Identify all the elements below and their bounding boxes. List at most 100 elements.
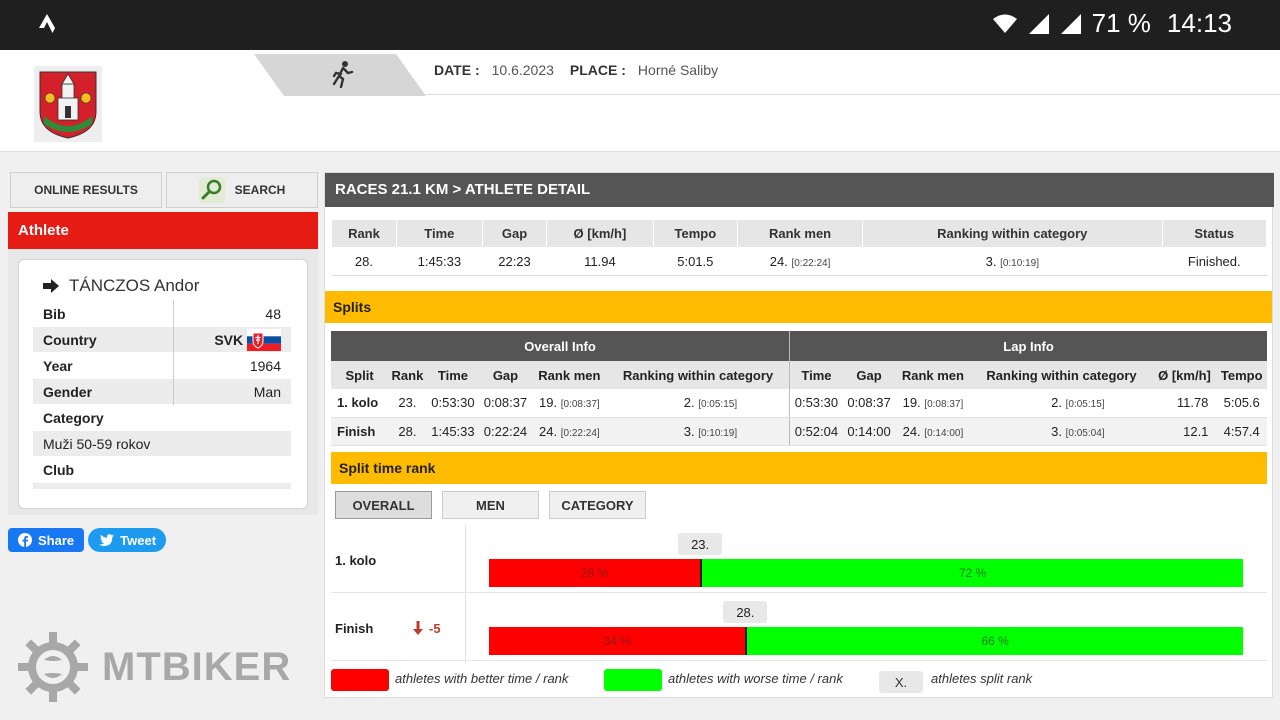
search-icon xyxy=(198,177,225,203)
twitter-tweet-button[interactable]: Tweet xyxy=(88,528,167,552)
lap-tempo: 5:05.6 xyxy=(1216,389,1267,418)
split-rank-men: 24. [0:22:24] xyxy=(531,417,607,446)
slovakia-flag-icon xyxy=(247,328,281,351)
splits-header-row: Split Rank Time Gap Rank men Ranking wit… xyxy=(331,361,1267,389)
page-header: DATE : 10.6.2023 PLACE : Horné Saliby xyxy=(0,50,1280,152)
year-value: 1964 xyxy=(173,352,291,379)
split-rank: 23. xyxy=(388,389,427,418)
lap-rank-men-gap: [0:14:00] xyxy=(924,427,964,439)
legend-worse-text: athletes with worse time / rank xyxy=(668,671,843,686)
overall-info-header: Overall Info xyxy=(331,331,790,361)
coat-of-arms-logo[interactable] xyxy=(34,66,102,142)
lap-category-value: 2. xyxy=(1051,395,1062,411)
splits-section-title: Splits xyxy=(325,291,1272,323)
arrow-right-icon xyxy=(43,279,59,293)
result-header: Status xyxy=(1161,219,1268,248)
social-share-row: Share Tweet xyxy=(8,528,167,552)
rank-legend: athletes with better time / rank athlete… xyxy=(331,667,1267,693)
split-rank-men-value: 19. xyxy=(539,395,558,411)
result-header: Gap xyxy=(481,219,548,248)
result-tempo: 5:01.5 xyxy=(653,247,738,276)
better-segment: 28 % xyxy=(489,559,701,587)
search-label: SEARCH xyxy=(234,183,286,197)
split-header: Ranking within category xyxy=(607,361,790,389)
athlete-info-table: Bib 48 Country SVK Year 1964 Gender Man Cat… xyxy=(33,300,291,489)
twitter-bird-icon xyxy=(99,533,115,546)
split-category-value: 3. xyxy=(683,423,695,439)
lap-time: 0:53:30 xyxy=(789,389,843,418)
legend-split-text: athletes split rank xyxy=(931,671,1033,686)
bib-value: 48 xyxy=(173,300,291,327)
search-button[interactable]: SEARCH xyxy=(166,172,318,208)
tab-overall[interactable]: OVERALL xyxy=(335,491,432,519)
lap-rank-men-value: 24. xyxy=(902,423,921,439)
split-rank-badge: 28. xyxy=(723,601,768,623)
split-row: Finish 28. 1:45:33 0:22:24 24. [0:22:24]… xyxy=(331,417,1267,446)
split-rank-men-value: 24. xyxy=(539,423,558,439)
splits-table: Overall Info Lap Info Split Rank Time Ga… xyxy=(331,331,1267,446)
result-rank: 28. xyxy=(331,247,397,276)
split-time: 1:45:33 xyxy=(426,417,480,446)
split-header: Time xyxy=(426,361,480,389)
status-bar: 71 % 14:13 xyxy=(0,0,1280,50)
result-category-rank: 3. [0:10:19] xyxy=(862,247,1163,276)
rank-men-gap: [0:22:24] xyxy=(791,258,831,269)
better-segment: 34 % xyxy=(489,627,746,655)
split-header: Tempo xyxy=(1216,361,1267,389)
tab-men[interactable]: MEN xyxy=(442,491,539,519)
legend-rank-badge: X. xyxy=(879,671,923,693)
tab-category[interactable]: CATEGORY xyxy=(549,491,646,519)
wifi-icon xyxy=(992,14,1017,33)
split-rank-section-title: Split time rank xyxy=(331,452,1267,484)
athlete-name-text: TÁNCZOS Andor xyxy=(69,276,200,295)
rank-men-value: 24. xyxy=(769,254,788,269)
legend-green-swatch xyxy=(604,669,662,691)
strava-icon xyxy=(39,14,55,33)
result-time: 1:45:33 xyxy=(396,247,483,276)
result-row: 28. 1:45:33 22:23 11.94 5:01.5 24. [0:22… xyxy=(331,247,1267,276)
lap-info-header: Lap Info xyxy=(789,331,1267,361)
split-name: 1. kolo xyxy=(331,389,389,418)
facebook-share-button[interactable]: Share xyxy=(8,528,85,552)
lap-category: 3. [0:05:04] xyxy=(970,417,1153,446)
split-header: Gap xyxy=(479,361,532,389)
country-code: SVK xyxy=(214,331,244,348)
athlete-name: TÁNCZOS Andor xyxy=(43,276,199,296)
rank-row: Finish -5 28. 34 % 66 % xyxy=(331,593,1267,661)
split-category: 2. [0:05:15] xyxy=(607,389,790,418)
split-rank-badge: 23. xyxy=(678,533,723,555)
split-rank-men: 19. [0:08:37] xyxy=(531,389,607,418)
result-header-row: Rank Time Gap Ø [km/h] Tempo Rank men Ra… xyxy=(331,219,1268,248)
split-header: Rank men xyxy=(895,361,971,389)
legend-red-swatch xyxy=(331,669,389,691)
lap-rank-men-value: 19. xyxy=(902,395,921,411)
share-label: Share xyxy=(38,532,75,548)
lap-tempo: 4:57.4 xyxy=(1216,417,1267,446)
lap-speed: 12.1 xyxy=(1152,417,1217,446)
signal-icon-2 xyxy=(1060,13,1081,34)
place-value: Horné Saliby xyxy=(637,62,719,78)
category-rank-value: 3. xyxy=(985,254,997,269)
online-results-button[interactable]: ONLINE RESULTS xyxy=(10,172,162,208)
running-icon xyxy=(332,61,354,88)
lap-category: 2. [0:05:15] xyxy=(970,389,1153,418)
club-value xyxy=(33,482,291,489)
result-header: Tempo xyxy=(652,219,739,248)
legend-better-text: athletes with better time / rank xyxy=(395,671,569,686)
split-rank-men-gap: [0:08:37] xyxy=(560,399,600,411)
online-results-label: ONLINE RESULTS xyxy=(34,183,138,197)
split-rank-chart: 1. kolo 23. 28 % 72 % Finish -5 28. 34 %… xyxy=(331,525,1267,663)
lap-category-gap: [0:05:15] xyxy=(1065,399,1105,411)
split-category-gap: [0:05:15] xyxy=(698,399,738,411)
lap-rank-men: 24. [0:14:00] xyxy=(895,417,971,446)
result-table: Rank Time Gap Ø [km/h] Tempo Rank men Ra… xyxy=(331,219,1268,276)
split-category: 3. [0:10:19] xyxy=(607,417,790,446)
facebook-icon xyxy=(18,533,32,547)
split-rank-men-gap: [0:22:24] xyxy=(560,427,600,439)
athlete-card: TÁNCZOS Andor Bib 48 Country SVK Year 1964… xyxy=(18,259,308,509)
mtbiker-gear-logo xyxy=(18,632,88,702)
result-gap: 22:23 xyxy=(482,247,547,276)
lap-gap: 0:14:00 xyxy=(842,417,896,446)
result-header: Ø [km/h] xyxy=(546,219,654,248)
split-header: Rank men xyxy=(531,361,607,389)
